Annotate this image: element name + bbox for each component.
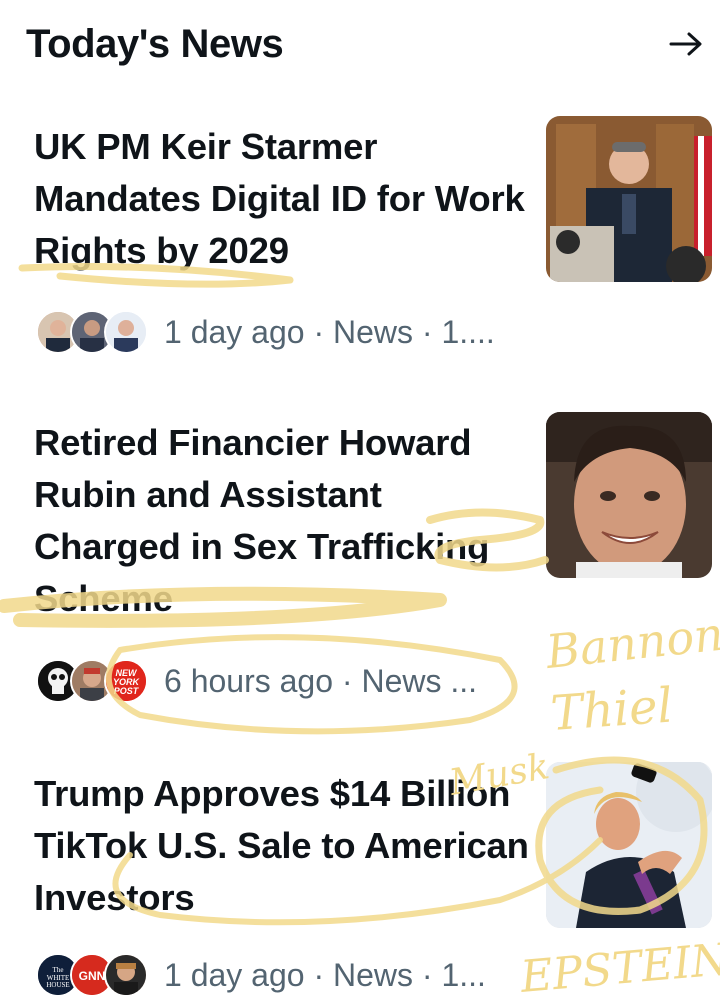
speaker-photo[interactable] [546,762,712,928]
svg-text:GNN: GNN [79,969,106,983]
svg-text:HOUSE: HOUSE [46,981,69,989]
news-story[interactable]: Trump Approves $14 Billion TikTok U.S. S… [0,0,720,1000]
story-meta: The WHITE HOUSE GNN 1 day ago · News · 1… [36,951,486,999]
source-avatars: The WHITE HOUSE GNN [36,953,148,997]
story-headline[interactable]: Trump Approves $14 Billion TikTok U.S. S… [34,768,534,924]
svg-text:The: The [53,966,64,974]
avatar [104,953,148,997]
story-meta-text: 1 day ago · News · 1... [164,956,486,993]
